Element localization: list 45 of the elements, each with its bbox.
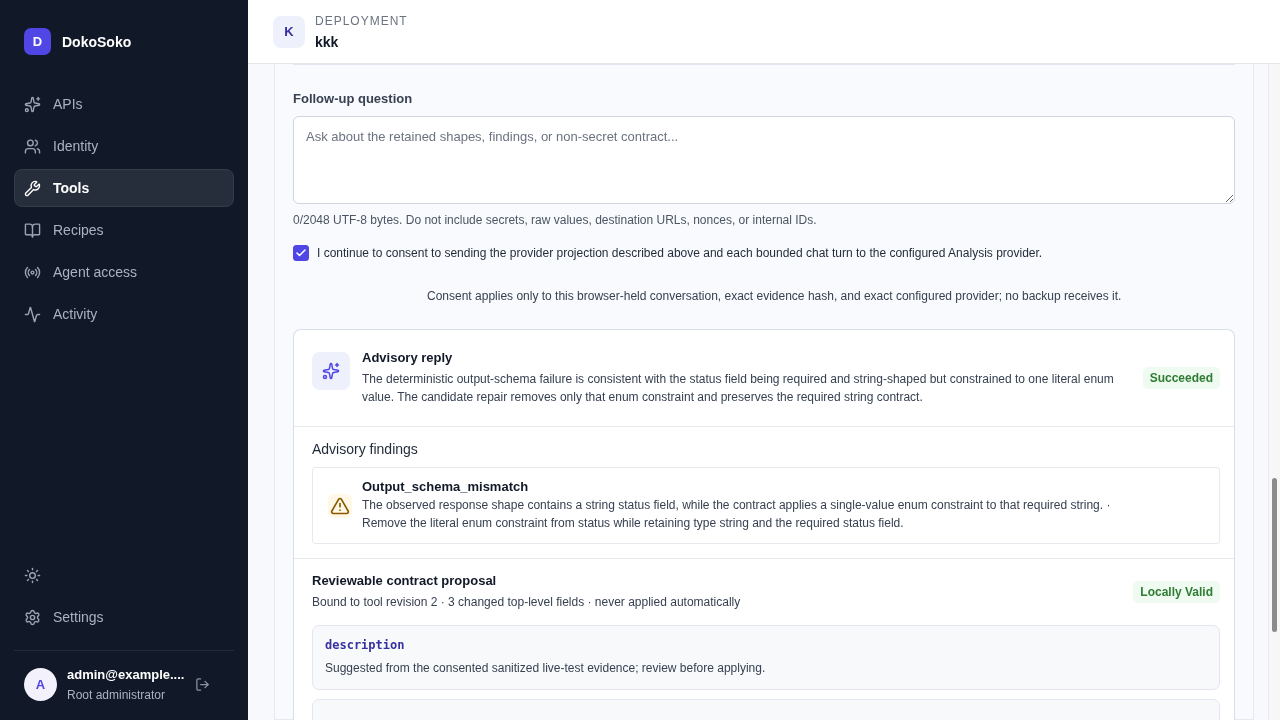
reply-title: Advisory reply bbox=[362, 350, 454, 365]
reply-text: The deterministic output-schema failure is consistent with the status field being required and string-shaped but constrained to one literal enum value. The candidate repair removes only that enum constraint and preserves the required string contract. bbox=[362, 371, 1115, 406]
nav-item[interactable]: Tools bbox=[14, 169, 234, 207]
settings-icon bbox=[24, 608, 41, 626]
sun-icon[interactable] bbox=[24, 567, 41, 584]
book-icon bbox=[24, 221, 41, 239]
settings-link[interactable]: Settings bbox=[14, 598, 234, 636]
field-label: Follow-up question bbox=[293, 91, 414, 106]
warning-icon bbox=[328, 493, 352, 518]
deployment-avatar: K bbox=[273, 15, 305, 48]
brand-name: DokoSoko bbox=[62, 33, 132, 50]
header-eyebrow: DEPLOYMENT bbox=[315, 13, 408, 28]
finding-title: Output_schema_mismatch bbox=[362, 479, 530, 494]
question-field[interactable]: Ask about the retained shapes, findings, or non-secret contract... bbox=[293, 116, 1235, 204]
people-icon bbox=[24, 137, 41, 155]
consent-label: I continue to consent to sending the provider projection described above and each bounded chat turn to the configured Analysis provider. bbox=[317, 246, 1043, 260]
field-name: description bbox=[325, 638, 406, 652]
finding-text: The observed response shape contains a string status field, while the contract applies a single-value enum constraint to that required string. · bbox=[362, 497, 1111, 514]
user-name: admin@example.... bbox=[67, 667, 185, 682]
finding-fix: Remove the literal enum constraint from status while retaining type string and the required status field. bbox=[362, 515, 905, 532]
status-badge: Succeeded bbox=[1142, 367, 1220, 389]
nav-item[interactable]: Identity bbox=[14, 127, 234, 165]
field-hint: 0/2048 UTF-8 bytes. Do not include secrets, raw values, destination URLs, nonces, or internal IDs. bbox=[293, 213, 818, 227]
scrollbar[interactable] bbox=[1268, 64, 1280, 720]
findings-title: Advisory findings bbox=[312, 441, 419, 457]
status-badge: Locally Valid bbox=[1133, 581, 1220, 603]
proposal-title: Reviewable contract proposal bbox=[312, 573, 498, 588]
consent-checkbox[interactable] bbox=[293, 245, 309, 261]
check-icon bbox=[295, 247, 307, 259]
user-avatar: A bbox=[24, 668, 57, 701]
consent-note: Consent applies only to this browser-held conversation, exact evidence hash, and exact configured provider; no backup receives it. bbox=[427, 289, 1122, 303]
sparkles-icon bbox=[312, 352, 350, 390]
sparkles-icon bbox=[24, 95, 41, 113]
wrench-icon bbox=[24, 179, 41, 197]
brand-logo: D bbox=[24, 28, 51, 55]
user-role: Root administrator bbox=[67, 688, 167, 702]
nav-item[interactable]: Recipes bbox=[14, 211, 234, 249]
proposal-subtitle: Bound to tool revision 2 · 3 changed top-level fields · never applied automatically bbox=[312, 594, 742, 611]
nav-item[interactable]: APIs bbox=[14, 85, 234, 123]
field-description: Suggested from the consented sanitized live-test evidence; review before applying. bbox=[325, 660, 767, 677]
logout-icon[interactable] bbox=[195, 677, 210, 692]
pulse-icon bbox=[24, 305, 41, 323]
header-title: kkk bbox=[315, 33, 340, 50]
nav-item[interactable]: Agent access bbox=[14, 253, 234, 291]
nav-item[interactable]: Activity bbox=[14, 295, 234, 333]
